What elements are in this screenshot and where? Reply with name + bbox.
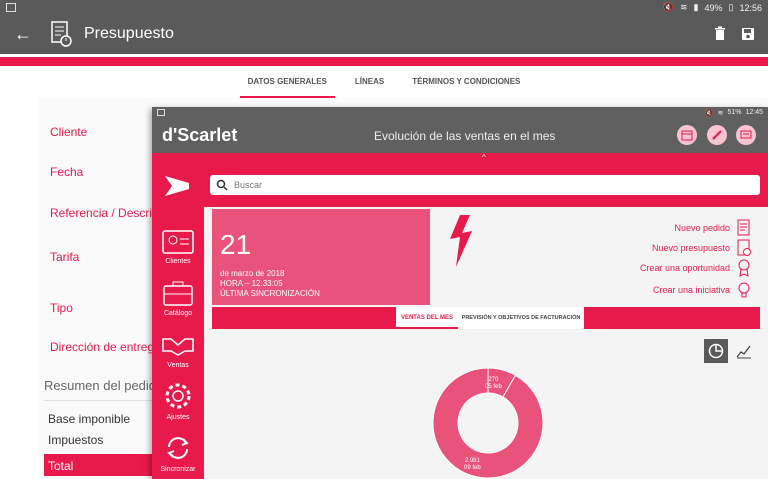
search-input[interactable] bbox=[234, 178, 734, 192]
sync-icon bbox=[167, 437, 189, 459]
sidebar-item-sincronizar[interactable]: Sincronizar bbox=[152, 433, 204, 473]
tab-terminos[interactable]: TÉRMINOS Y CONDICIONES bbox=[404, 68, 528, 98]
field-tipo[interactable]: Tipo bbox=[50, 301, 73, 315]
app-logo: d'Scarlet bbox=[162, 125, 238, 145]
edit-icon[interactable] bbox=[707, 125, 727, 145]
gear-icon bbox=[165, 383, 191, 409]
sidebar-label-ventas: Ventas bbox=[167, 362, 189, 369]
quote-doc-icon bbox=[737, 239, 751, 256]
wifi-icon: ≋ bbox=[680, 2, 688, 12]
clock: 12:56 bbox=[739, 2, 762, 13]
clock: 12:45 bbox=[745, 109, 763, 116]
tab-datos-generales[interactable]: DATOS GENERALES bbox=[239, 68, 335, 98]
slice-date-05feb: 05 feb bbox=[485, 384, 502, 390]
wifi-icon: ≋ bbox=[717, 110, 724, 117]
date-day: 21 bbox=[220, 229, 252, 260]
sidebar-label-catalogo: Catálogo bbox=[163, 310, 193, 317]
brand-logo-icon bbox=[165, 176, 189, 196]
background-toolbar: ← Presupuesto bbox=[0, 16, 768, 54]
sidebar-label-clientes: Clientes bbox=[165, 258, 191, 265]
tab-prevision[interactable]: PREVISIÓN Y OBJETIVOS DE FACTURACIÓN bbox=[458, 307, 584, 329]
search-box[interactable] bbox=[210, 175, 760, 195]
slice-date-09feb: 09 feb bbox=[464, 465, 481, 471]
tab-ventas-del-mes[interactable]: VENTAS DEL MES bbox=[396, 307, 458, 329]
pie-chart-icon bbox=[708, 343, 724, 359]
field-direccion[interactable]: Dirección de entrega bbox=[50, 340, 161, 354]
document-clock-icon bbox=[51, 21, 72, 47]
summary-base: Base imponible bbox=[48, 412, 131, 426]
chart-tab-bar: VENTAS DEL MES PREVISIÓN Y OBJETIVOS DE … bbox=[212, 307, 760, 329]
action-crear-iniciativa[interactable]: Crear una iniciativa bbox=[653, 281, 752, 299]
handshake-icon bbox=[162, 338, 194, 356]
search-icon bbox=[216, 179, 228, 191]
quick-actions-card: Nuevo pedido Nuevo presupuesto Crear una… bbox=[436, 209, 760, 305]
foreground-status-bar: 🔇 ≋ 51% 12:45 bbox=[152, 107, 768, 119]
last-sync-label: ÚLTIMA SINCRONIZACIÓN bbox=[220, 289, 320, 298]
background-accent-bar bbox=[0, 57, 768, 66]
sidebar: Clientes Catálogo Ventas Ajustes Sincron… bbox=[152, 163, 204, 479]
page-title: Presupuesto bbox=[84, 25, 174, 42]
briefcase-icon bbox=[163, 281, 193, 306]
lightbulb-icon bbox=[738, 282, 750, 298]
field-cliente[interactable]: Cliente bbox=[50, 125, 87, 139]
mute-icon: 🔇 bbox=[704, 110, 714, 117]
messages-icon[interactable] bbox=[736, 125, 756, 145]
trash-icon[interactable] bbox=[712, 25, 728, 43]
sidebar-item-catalogo[interactable]: Catálogo bbox=[152, 279, 204, 317]
action-label-crear-oportunidad: Crear una oportunidad bbox=[639, 263, 730, 273]
action-label-nuevo-presupuesto: Nuevo presupuesto bbox=[651, 243, 730, 253]
sidebar-label-ajustes: Ajustes bbox=[166, 414, 190, 421]
slice-value-2981: 2.981 bbox=[464, 458, 480, 464]
contact-card-icon bbox=[162, 230, 194, 254]
summary-title: Resumen del pedid bbox=[44, 378, 157, 393]
search-bar-container bbox=[204, 163, 768, 207]
screenshot-icon bbox=[6, 3, 16, 12]
ribbon-icon bbox=[738, 259, 750, 277]
background-tab-bar: DATOS GENERALES LÍNEAS TÉRMINOS Y CONDIC… bbox=[0, 68, 768, 98]
slice-label-05feb: 270 05 feb bbox=[485, 377, 502, 391]
sidebar-item-clientes[interactable]: Clientes bbox=[152, 229, 204, 265]
date-month-year: de marzo de 2018 bbox=[220, 269, 285, 278]
screenshot-icon bbox=[157, 109, 165, 116]
battery-level: 49% bbox=[704, 2, 723, 13]
field-fecha[interactable]: Fecha bbox=[50, 165, 83, 179]
action-label-nuevo-pedido: Nuevo pedido bbox=[674, 223, 730, 233]
dashboard-title: Evolución de las ventas en el mes bbox=[374, 129, 556, 143]
action-nuevo-presupuesto[interactable]: Nuevo presupuesto bbox=[652, 239, 752, 257]
order-doc-icon bbox=[737, 219, 750, 236]
calendar-icon[interactable] bbox=[677, 125, 697, 145]
date-card: 21 de marzo de 2018 HORA – 12:33:05 ÚLTI… bbox=[212, 209, 430, 305]
background-status-bar: 🔇 ≋ ▮ 49% ▯ 12:56 bbox=[0, 0, 768, 16]
action-nuevo-pedido[interactable]: Nuevo pedido bbox=[674, 219, 752, 237]
slice-value-270: 270 bbox=[488, 377, 499, 383]
line-chart-toggle[interactable] bbox=[732, 339, 756, 363]
tab-lineas[interactable]: LÍNEAS bbox=[347, 68, 392, 98]
foreground-topbar: d'Scarlet Evolución de las ventas en el … bbox=[152, 119, 768, 153]
chevron-up-icon[interactable]: ^ bbox=[482, 153, 486, 162]
back-arrow-icon[interactable]: ← bbox=[14, 24, 32, 45]
sidebar-item-ajustes[interactable]: Ajustes bbox=[152, 381, 204, 421]
field-tarifa[interactable]: Tarifa bbox=[50, 250, 79, 264]
signal-icon: ▮ bbox=[693, 2, 699, 12]
dashboard-content: 21 de marzo de 2018 HORA – 12:33:05 ÚLTI… bbox=[204, 207, 768, 479]
collapse-bar[interactable] bbox=[152, 153, 768, 163]
sidebar-item-ventas[interactable]: Ventas bbox=[152, 331, 204, 369]
foreground-app: 🔇 ≋ 51% 12:45 d'Scarlet Evolución de las… bbox=[152, 107, 768, 479]
summary-impuestos: Impuestos bbox=[48, 433, 104, 447]
battery-icon: ▯ bbox=[728, 2, 734, 12]
summary-divider bbox=[44, 400, 154, 401]
battery-level: 51% bbox=[727, 109, 742, 116]
field-referencia[interactable]: Referencia / Descripc bbox=[50, 206, 165, 220]
action-crear-oportunidad[interactable]: Crear una oportunidad bbox=[640, 259, 752, 277]
lightning-icon bbox=[450, 215, 472, 267]
slice-label-09feb: 2.981 09 feb bbox=[464, 458, 481, 472]
summary-total: Total bbox=[44, 454, 154, 476]
pie-chart-toggle[interactable] bbox=[704, 339, 728, 363]
sidebar-label-sincronizar: Sincronizar bbox=[160, 466, 196, 473]
save-icon[interactable] bbox=[740, 25, 756, 43]
mute-icon: 🔇 bbox=[662, 2, 674, 12]
date-time: HORA – 12:33:05 bbox=[220, 279, 283, 288]
action-label-crear-iniciativa: Crear una iniciativa bbox=[652, 285, 730, 295]
line-chart-icon bbox=[736, 345, 751, 359]
